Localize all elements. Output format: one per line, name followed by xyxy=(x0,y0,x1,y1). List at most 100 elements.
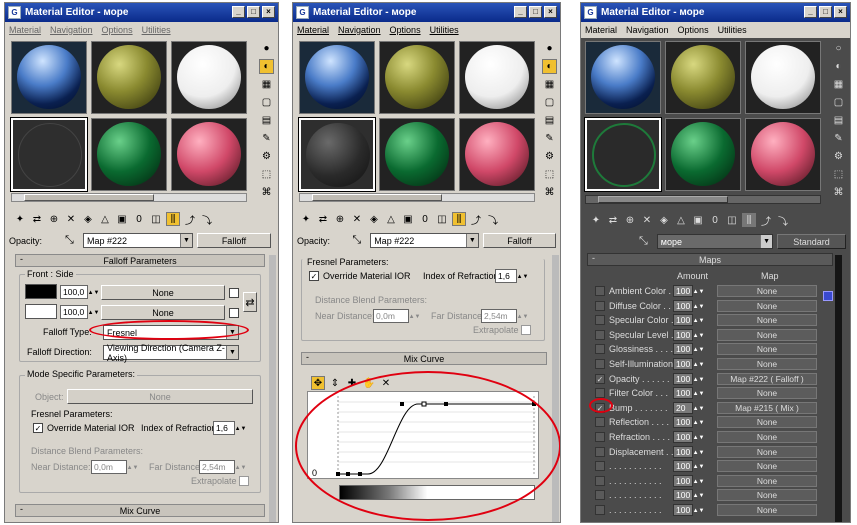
material-id-icon[interactable]: 0 xyxy=(418,212,432,226)
map-amount-spinner[interactable]: 100 ▲▼ xyxy=(673,445,704,458)
map-slot-button[interactable]: None xyxy=(717,299,817,312)
map-amount-spinner[interactable]: 100 ▲▼ xyxy=(673,299,704,312)
sample-slot[interactable] xyxy=(585,41,661,114)
map-enable-checkbox[interactable] xyxy=(595,344,605,355)
map-slot-button[interactable]: None xyxy=(717,489,817,502)
map-amount-spinner[interactable]: 100 ▲▼ xyxy=(673,343,704,356)
material-id-icon[interactable]: 0 xyxy=(708,213,722,227)
material-id-icon[interactable]: 0 xyxy=(132,212,146,226)
map-slot-button[interactable]: Map #222 ( Falloff ) xyxy=(717,372,817,385)
show-end-result-icon[interactable]: ⫼ xyxy=(452,212,466,226)
map-slot-button[interactable]: None xyxy=(717,504,817,516)
map-name-combo[interactable]: Map #222 ▼ xyxy=(83,233,193,248)
put-to-library-icon[interactable]: ▣ xyxy=(401,212,415,226)
reset-map-icon[interactable]: ✕ xyxy=(640,213,654,227)
map-slot-button[interactable]: None xyxy=(717,445,817,458)
backlight-icon[interactable]: ◐ xyxy=(831,59,846,74)
far-distance-spinner[interactable]: 2,54m ▲▼ xyxy=(199,460,246,474)
sample-slot[interactable] xyxy=(299,41,375,114)
map-enable-checkbox[interactable] xyxy=(595,475,605,486)
assign-material-icon[interactable]: ⊕ xyxy=(623,213,637,227)
map-slot-button[interactable]: None xyxy=(717,474,817,487)
sample-slot[interactable] xyxy=(665,41,741,114)
map-enable-checkbox[interactable] xyxy=(595,417,605,428)
map-enable-checkbox[interactable] xyxy=(595,315,605,326)
side-color-swatch[interactable] xyxy=(25,304,57,319)
map-amount-spinner[interactable]: 20 ▲▼ xyxy=(673,401,704,414)
map-enable-checkbox[interactable] xyxy=(595,300,605,311)
menu-material[interactable]: Material xyxy=(297,25,329,35)
scroll-thumb[interactable] xyxy=(312,194,442,201)
show-map-icon[interactable]: ◫ xyxy=(725,213,739,227)
material-name-combo[interactable]: море ▼ xyxy=(656,234,774,249)
map-amount-spinner[interactable]: 100 ▲▼ xyxy=(673,474,704,487)
map-enable-checkbox[interactable] xyxy=(595,388,605,399)
map-amount-spinner[interactable]: 100 ▲▼ xyxy=(673,328,704,341)
maximize-button[interactable]: □ xyxy=(819,6,832,18)
background-checker-icon[interactable]: ▦ xyxy=(259,77,274,92)
scroll-thumb[interactable] xyxy=(598,196,728,203)
make-preview-icon[interactable]: ✎ xyxy=(542,131,557,146)
backlight-icon[interactable]: ◐ xyxy=(259,59,274,74)
go-to-parent-icon[interactable]: ⤴ xyxy=(469,212,483,227)
menu-utilities[interactable]: Utilities xyxy=(718,25,747,35)
go-to-parent-icon[interactable]: ⤴ xyxy=(183,212,197,227)
get-material-icon[interactable]: ✦ xyxy=(589,213,603,227)
go-forward-icon[interactable]: ⤵ xyxy=(776,213,790,228)
pick-icon[interactable]: ⤡ xyxy=(65,234,79,247)
sample-slot[interactable] xyxy=(745,118,821,191)
make-copy-icon[interactable]: ◈ xyxy=(81,212,95,226)
select-by-material-icon[interactable]: ⬚ xyxy=(831,167,846,182)
map-slot-button[interactable]: None xyxy=(717,358,817,370)
mix-curve-header[interactable]: - Mix Curve xyxy=(15,504,265,517)
go-forward-icon[interactable]: ⤵ xyxy=(200,212,214,227)
map-slot-button[interactable]: None xyxy=(717,431,817,443)
menu-utilities[interactable]: Utilities xyxy=(142,25,171,35)
sample-slot[interactable] xyxy=(379,41,455,114)
slots-scrollbar[interactable] xyxy=(585,195,821,204)
get-material-icon[interactable]: ✦ xyxy=(13,212,27,226)
map-amount-spinner[interactable]: 100 ▲▼ xyxy=(673,460,704,473)
options-icon[interactable]: ⚙ xyxy=(542,149,557,164)
sample-type-icon[interactable]: ○ xyxy=(831,41,846,56)
near-distance-spinner[interactable]: 0,0m ▲▼ xyxy=(373,309,420,323)
sample-slot[interactable] xyxy=(379,118,455,191)
backlight-icon[interactable]: ◐ xyxy=(542,59,557,74)
put-to-library-icon[interactable]: ▣ xyxy=(691,213,705,227)
menu-options[interactable]: Options xyxy=(390,25,421,35)
menu-material[interactable]: Material xyxy=(585,25,617,35)
sample-slot[interactable] xyxy=(171,118,247,191)
minimize-button[interactable]: _ xyxy=(232,6,245,18)
sample-slot[interactable] xyxy=(171,41,247,114)
ior-spinner[interactable]: 1,6 ▲▼ xyxy=(495,269,528,283)
sample-slot-active[interactable] xyxy=(584,117,662,192)
menu-options[interactable]: Options xyxy=(102,25,133,35)
map-slot-button[interactable]: None xyxy=(717,416,817,429)
map-enable-checkbox[interactable] xyxy=(595,286,605,296)
mix-curve-header[interactable]: - Mix Curve xyxy=(301,352,547,365)
side-map-checkbox[interactable] xyxy=(229,308,239,318)
slots-scrollbar[interactable] xyxy=(11,193,247,202)
map-amount-spinner[interactable]: 100 ▲▼ xyxy=(673,431,704,443)
pick-icon[interactable]: ⤡ xyxy=(352,234,366,247)
rollout-scrollbar[interactable] xyxy=(835,255,842,522)
minimize-button[interactable]: _ xyxy=(514,6,527,18)
map-slot-button[interactable]: None xyxy=(717,387,817,400)
put-material-icon[interactable]: ⇄ xyxy=(606,213,620,227)
make-copy-icon[interactable]: ◈ xyxy=(367,212,381,226)
map-type-button[interactable]: Falloff xyxy=(482,233,556,248)
map-amount-spinner[interactable]: 100 ▲▼ xyxy=(673,358,704,370)
material-type-button[interactable]: Standard xyxy=(777,234,846,249)
map-slot-button[interactable]: None xyxy=(717,343,817,356)
put-to-library-icon[interactable]: ▣ xyxy=(115,212,129,226)
assign-material-icon[interactable]: ⊕ xyxy=(333,212,347,226)
scroll-thumb[interactable] xyxy=(24,194,154,201)
front-map-checkbox[interactable] xyxy=(229,288,239,298)
sample-type-icon[interactable]: ● xyxy=(542,41,557,56)
map-amount-spinner[interactable]: 100 ▲▼ xyxy=(673,314,704,327)
slots-scrollbar[interactable] xyxy=(299,193,535,202)
material-navigator-icon[interactable]: ⌘ xyxy=(259,185,274,200)
front-color-swatch[interactable] xyxy=(25,284,57,299)
get-material-icon[interactable]: ✦ xyxy=(299,212,313,226)
override-ior-checkbox[interactable]: ✓ xyxy=(309,271,319,281)
